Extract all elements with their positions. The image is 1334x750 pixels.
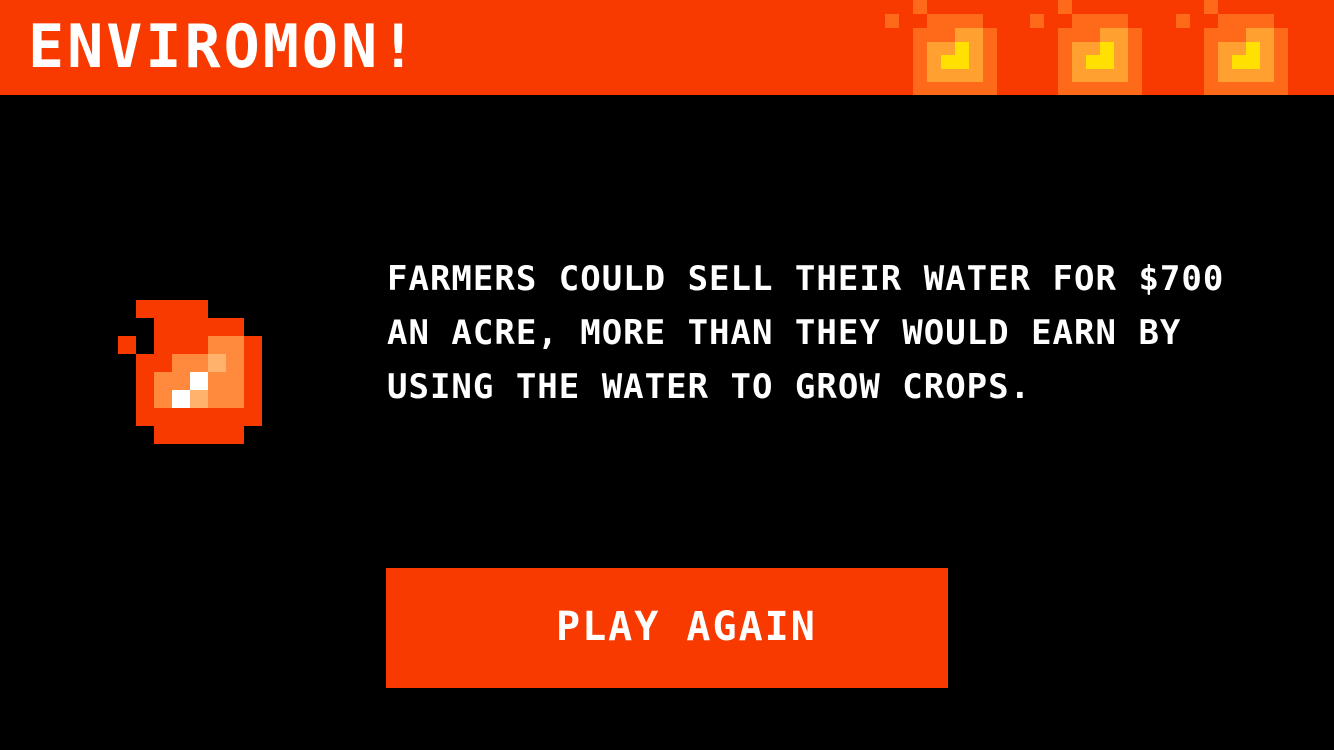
play-again-button[interactable]: PLAY AGAIN — [386, 568, 948, 688]
app-title: ENVIROMON! — [28, 12, 420, 82]
game-over-screen: ENVIROMON! FARMERS COULD SELL THEIR WATE… — [0, 0, 1334, 750]
header-bar: ENVIROMON! — [0, 0, 1334, 95]
fire-icon — [885, 0, 997, 95]
fire-icon — [118, 300, 262, 444]
fire-icon — [1030, 0, 1142, 95]
fire-icon — [1176, 0, 1288, 95]
fact-message: FARMERS COULD SELL THEIR WATER FOR $700 … — [387, 259, 1225, 407]
play-again-label: PLAY AGAIN — [556, 604, 817, 650]
